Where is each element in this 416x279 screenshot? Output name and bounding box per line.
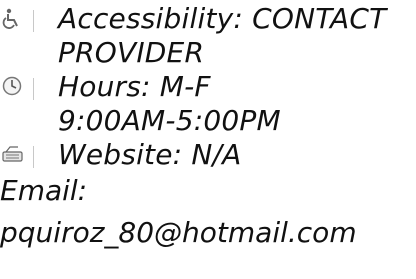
- accessibility-line-2: PROVIDER: [58, 36, 205, 69]
- keyboard-icon: [2, 144, 34, 170]
- hours-line-1: Hours: M-F: [58, 70, 211, 103]
- hours-text: Hours: M-F 9:00AM-5:00PM: [58, 70, 281, 138]
- hours-row: Hours: M-F 9:00AM-5:00PM: [0, 70, 416, 138]
- hours-line-2: 9:00AM-5:00PM: [58, 104, 281, 137]
- accessibility-line-1: Accessibility: CONTACT: [58, 2, 387, 35]
- email-label: Email:: [0, 174, 88, 207]
- accessibility-row: Accessibility: CONTACT PROVIDER: [0, 2, 416, 70]
- email-link[interactable]: pquiroz_80@hotmail.com: [0, 216, 416, 250]
- provider-info-panel: Accessibility: CONTACT PROVIDER Hours: M…: [0, 0, 416, 279]
- accessibility-text: Accessibility: CONTACT PROVIDER: [58, 2, 386, 70]
- website-row: Website: N/A: [0, 138, 416, 172]
- wheelchair-icon: [2, 8, 34, 34]
- email-block: Email: pquiroz_80@hotmail.com: [0, 174, 416, 250]
- website-text: Website: N/A: [58, 138, 242, 171]
- clock-icon: [2, 76, 34, 102]
